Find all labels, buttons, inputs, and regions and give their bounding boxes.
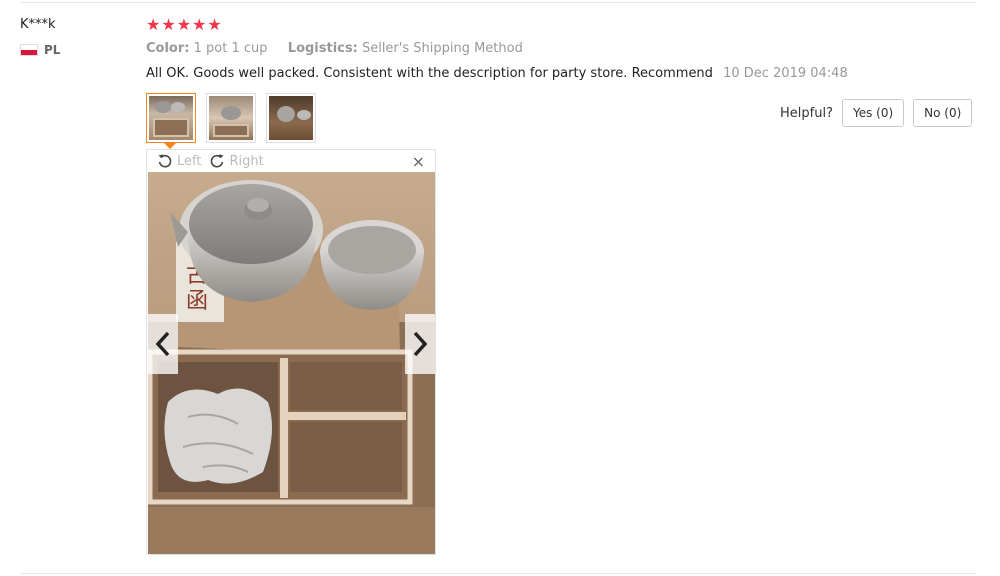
star-icon: ★ [176,15,192,34]
helpful-voting: Helpful? Yes (0) No (0) [780,99,973,127]
viewer-toolbar: Left Right × [147,150,435,172]
teapot-photo-image: 古 函 [148,172,435,554]
thumbnail-1[interactable] [146,93,196,149]
review-date: 10 Dec 2019 04:48 [723,66,848,81]
color-label: Color: [146,41,190,56]
top-divider [20,2,976,3]
review-photo: 古 函 [148,172,435,554]
rotate-left-button[interactable]: Left [157,153,201,169]
svg-text:函: 函 [186,289,208,314]
chevron-left-icon [155,331,170,357]
star-icon: ★ [146,15,161,34]
rotate-right-label: Right [229,153,264,169]
bottom-divider [20,573,976,574]
thumbnail-image [269,96,313,140]
logistics-value: Seller's Shipping Method [361,41,523,56]
order-details: Color: 1 pot 1 cup Logistics: Seller's S… [146,41,523,56]
star-rating: ★ ★ ★ ★ ★ [146,15,222,35]
star-icon: ★ [161,15,176,34]
helpful-label: Helpful? [780,105,833,121]
thumbnail-2[interactable] [206,93,256,143]
helpful-no-button[interactable]: No (0) [913,99,973,127]
star-icon: ★ [207,15,222,34]
rotate-left-icon [158,154,172,168]
rotate-right-icon [211,154,224,168]
logistics-label: Logistics: [287,41,358,56]
chevron-right-icon [413,331,428,357]
review-body: All OK. Goods well packed. Consistent wi… [146,66,848,81]
rotate-right-button[interactable]: Right [209,153,264,169]
close-icon[interactable]: × [412,152,425,171]
thumbnail-image [149,96,193,140]
poland-flag-icon [20,44,38,56]
previous-photo-button[interactable] [148,314,178,374]
country-code: PL [44,43,61,57]
review-text: All OK. Goods well packed. Consistent wi… [146,66,713,81]
reviewer-country: PL [20,43,60,57]
thumbnail-image [209,96,253,140]
rotate-left-label: Left [177,153,202,169]
color-value: 1 pot 1 cup [193,41,268,56]
photo-viewer: Left Right × 古 函 [146,149,436,555]
next-photo-button[interactable] [405,314,435,374]
thumbnail-3[interactable] [266,93,316,143]
helpful-yes-button[interactable]: Yes (0) [841,99,905,127]
photo-thumbnails [146,93,316,149]
reviewer-name: K***k [20,17,56,32]
star-icon: ★ [192,15,207,34]
